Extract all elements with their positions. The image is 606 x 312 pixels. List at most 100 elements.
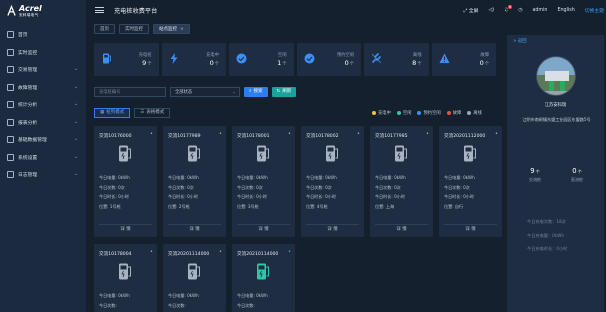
duration-value: 0小时 [325, 194, 336, 199]
detail-button[interactable]: 详 情 [237, 224, 290, 233]
fullscreen-button[interactable]: ⤢ 全屏 [463, 7, 478, 14]
charger-card[interactable]: 交流10176000 • 今日电量: 0kWh 今日次数: 0次 今日时长: 0小… [94, 126, 157, 237]
search-button[interactable]: ⌕ 搜索 [244, 87, 268, 97]
charger-card[interactable]: 交流10178004 • 今日电量: 0kWh 今日次数: [94, 244, 157, 312]
sidebar-item-label: 报表分析 [18, 120, 38, 126]
charger-card[interactable]: 交流10178001 • 今日电量: 0kWh 今日次数: 0次 今日时长: 0小… [232, 126, 295, 237]
sidebar-item-statistics[interactable]: 统计分析 ⌄ [0, 96, 86, 114]
info-label: 位置: [237, 203, 247, 209]
duration-row: 今日时长: 0小时 [306, 192, 337, 202]
count-value: 0次 [256, 184, 263, 190]
more-icon[interactable]: • [219, 131, 222, 137]
speaker-icon[interactable]: ◁) [488, 8, 494, 13]
clock-icon[interactable]: ◷ [518, 8, 522, 13]
back-link[interactable]: > 返回 [507, 35, 604, 48]
legend-offline: 离线 [467, 110, 482, 116]
sidebar-item-faults[interactable]: 故障管理 ⌄ [0, 79, 86, 97]
chevron-down-icon: ⌄ [73, 136, 78, 142]
charger-card[interactable]: 交流10177985 • 今日电量: 0kWh 今日次数: 0次 今日时长: 0小… [370, 126, 433, 237]
power-value: 0kWh [463, 175, 475, 180]
detail-button[interactable]: 详 情 [168, 224, 221, 233]
tab-home[interactable]: 首页 [94, 24, 115, 34]
sidebar-item-home[interactable]: 首页 [0, 26, 86, 44]
pile-mode-button[interactable]: ▦ 桩列模式 [94, 108, 131, 118]
count-value: 0次 [394, 184, 401, 190]
close-icon[interactable]: × [180, 27, 184, 32]
search-icon: ⌕ [249, 89, 252, 94]
info-label: 今日电量: [168, 293, 186, 298]
charger-card[interactable]: 交流20201112000 • 今日电量: 0kWh 今日次数: 0次 今日时长:… [439, 126, 502, 237]
detail-button[interactable]: 详 情 [444, 224, 497, 233]
sidebar-item-base-data[interactable]: 基础数据管理 ⌄ [0, 131, 86, 149]
info-label: 位置: [444, 203, 454, 209]
detail-button[interactable]: 详 情 [99, 224, 152, 233]
legend-dot [417, 111, 422, 115]
charger-card[interactable]: 交流10178002 • 今日电量: 0kWh 今日次数: 0次 今日时长: 0小… [301, 126, 364, 237]
stat-value: 0个 [345, 59, 354, 67]
stat-label: 预约空闲 [336, 53, 354, 58]
tab-site-monitor[interactable]: 站点监控 × [153, 24, 190, 34]
legend-label: 离线 [473, 111, 482, 116]
today-stat-row: 今日充电时长：0小时 [527, 242, 567, 256]
info-label: 今日次数: [375, 184, 393, 190]
more-icon[interactable]: • [495, 131, 498, 137]
location-row: 位置: 2号枪 [168, 202, 199, 212]
charger-pile-icon [188, 263, 200, 280]
sidebar-item-system-settings[interactable]: 系统设置 ⌄ [0, 149, 86, 167]
sidebar-item-logs[interactable]: 日志管理 ⌄ [0, 166, 86, 184]
more-icon[interactable]: • [357, 131, 360, 137]
charger-card[interactable]: 交流10177989 • 今日电量: 0kWh 今日次数: 0次 今日时长: 0小… [163, 126, 226, 237]
location-value: 3号枪 [247, 203, 259, 209]
legend-reserved: 预约空闲 [417, 110, 441, 116]
stat-unit: 个 [417, 62, 422, 67]
brand-logo[interactable]: Acrel 安科瑞电气 [0, 0, 86, 22]
tab-realtime-monitor[interactable]: 实时监控 [119, 24, 149, 34]
location-value: 1号枪 [109, 203, 121, 209]
charger-card[interactable]: 交流20210114000 • 今日电量: 0kWh 今日次数: [232, 244, 295, 312]
power-value: 0kWh [325, 175, 337, 180]
info-label: 今日次数: [237, 184, 255, 190]
user-menu[interactable]: admin [532, 8, 547, 13]
sidebar-item-transactions[interactable]: 交易管理 ⌄ [0, 61, 86, 79]
bell-icon[interactable]: ♫ 8 [504, 4, 512, 13]
sidebar-item-realtime-monitor[interactable]: 实时监控 [0, 44, 86, 62]
theme-switch[interactable]: 切换主题 [585, 7, 604, 14]
info-label: 位置: [168, 203, 178, 209]
detail-button[interactable]: 详 情 [375, 224, 428, 233]
sidebar-item-label: 统计分析 [18, 103, 38, 109]
grid-icon: ▦ [100, 110, 105, 116]
count-row: 今日次数: [99, 301, 130, 311]
chevron-down-icon: ⌄ [73, 153, 78, 160]
table-mode-button[interactable]: ☰ 表格模式 [134, 108, 171, 118]
power-value: 0kWh [118, 175, 130, 180]
duration-row: 今日时长: 0小时 [168, 192, 199, 202]
chart-icon [7, 101, 14, 109]
charger-icon [101, 53, 112, 64]
charger-name: 交流10176000 [99, 134, 132, 139]
detail-button[interactable]: 详 情 [306, 224, 359, 233]
legend-idle: 空闲 [396, 110, 411, 116]
more-icon[interactable]: • [288, 131, 291, 137]
more-icon[interactable]: • [426, 131, 429, 137]
duration-row: 今日时长: 0小时 [444, 192, 475, 202]
status-select-value: 全部状态 [175, 90, 193, 95]
stat-number: 8 [412, 59, 417, 67]
more-icon[interactable]: • [150, 249, 153, 255]
more-icon[interactable]: • [150, 131, 153, 137]
refresh-button[interactable]: ↻ 刷新 [271, 87, 297, 97]
info-label: 位置: [306, 203, 316, 209]
status-select[interactable]: 全部状态 ⌄ [170, 87, 240, 97]
language-switch[interactable]: English [557, 8, 574, 13]
charger-card[interactable]: 交流20201114000 • 今日电量: 0kWh 今日次数: [163, 244, 226, 312]
charger-number-input[interactable]: 充电桩编号 [94, 87, 166, 97]
legend-label: 故障 [452, 111, 462, 116]
tab-label: 实时监控 [125, 27, 143, 32]
more-icon[interactable]: • [219, 249, 222, 255]
stat-idle: 空闲 1个 [229, 43, 294, 76]
location-row: 位置: 4号枪 [306, 202, 337, 212]
location-value: 上海 [385, 203, 395, 209]
sidebar-item-reports[interactable]: 报表分析 ⌄ [0, 114, 86, 132]
menu-toggle-icon[interactable] [95, 7, 104, 13]
station-address: 江阴市南闸镇东盟工业园区东盟路5号 [522, 117, 591, 122]
stat-chargers: 充电桩 9个 [94, 43, 159, 76]
